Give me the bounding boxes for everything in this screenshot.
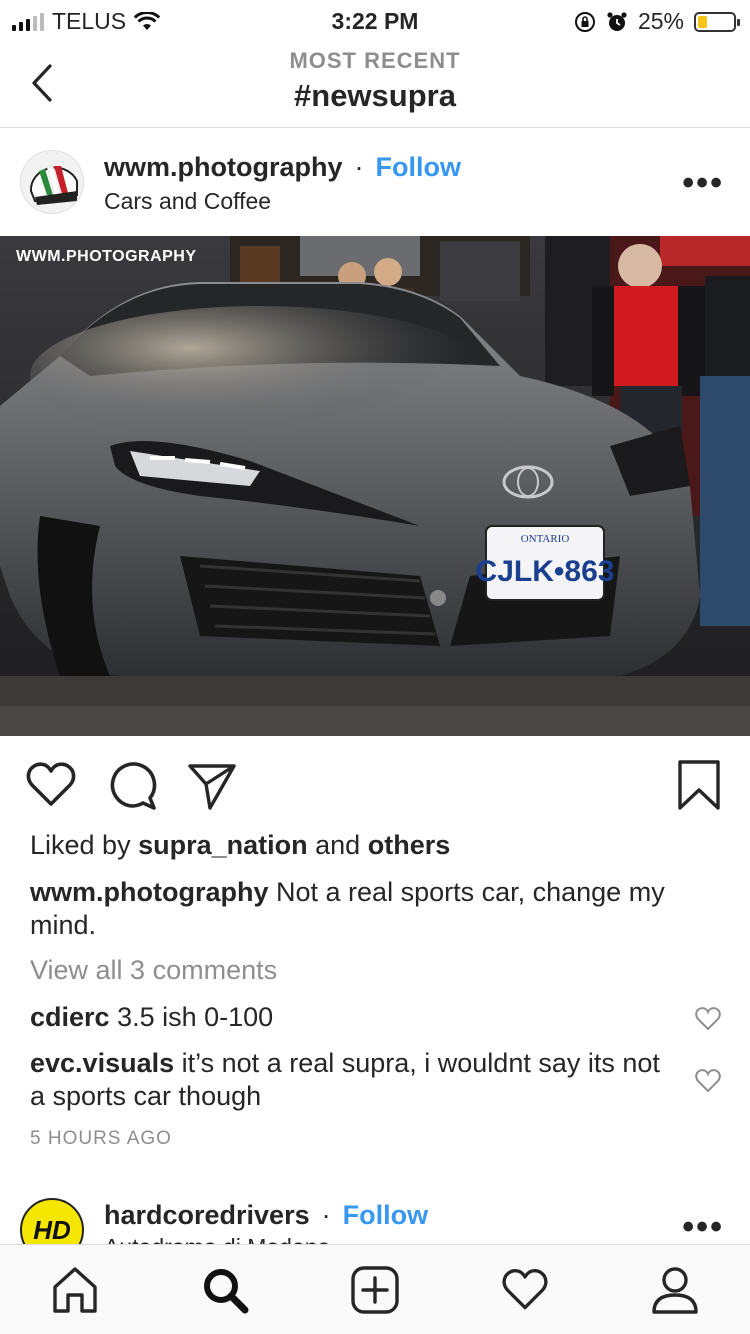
tab-profile[interactable] xyxy=(648,1263,702,1317)
battery-percent: 25% xyxy=(637,8,684,34)
likes-summary[interactable]: Liked by supra_nation and others xyxy=(30,830,450,861)
add-post-icon xyxy=(351,1266,399,1314)
post-timestamp: 5 HOURS AGO xyxy=(30,1128,172,1149)
home-icon xyxy=(53,1267,97,1313)
follow-button[interactable]: Follow xyxy=(376,152,461,183)
nav-header: MOST RECENT #newsupra xyxy=(0,40,750,128)
bottom-tab-bar xyxy=(0,1244,750,1334)
comment-text: 3.5 ish 0-100 xyxy=(117,1002,274,1032)
post-photo[interactable]: ONTARIO CJLK•863 WWM.PHOTOGRAPHY xyxy=(0,236,750,736)
post-username[interactable]: wwm.photography xyxy=(104,152,343,183)
plate-number: CJLK•863 xyxy=(476,555,615,588)
next-post-header: HD hardcoredrivers · Follow Autodromo di… xyxy=(0,1178,750,1244)
caption-username[interactable]: wwm.photography xyxy=(30,877,269,907)
send-icon xyxy=(188,764,236,810)
profile-icon xyxy=(652,1267,698,1314)
page-title: #newsupra xyxy=(294,78,456,113)
comment-username[interactable]: cdierc xyxy=(30,1002,110,1032)
avatar[interactable] xyxy=(20,150,84,214)
nav-subtitle: MOST RECENT xyxy=(289,48,461,73)
helmet-avatar-icon xyxy=(21,151,83,213)
post-caption: wwm.photography Not a real sports car, c… xyxy=(30,876,720,942)
post-actions xyxy=(0,748,750,820)
likes-user[interactable]: supra_nation xyxy=(138,830,308,860)
like-button[interactable] xyxy=(24,758,78,812)
heart-icon xyxy=(502,1269,548,1310)
search-icon xyxy=(204,1269,249,1314)
alarm-icon xyxy=(607,11,627,31)
heart-icon xyxy=(26,762,76,806)
bookmark-icon xyxy=(678,760,720,810)
heart-icon xyxy=(695,1007,721,1031)
view-all-comments-link[interactable]: View all 3 comments xyxy=(30,955,277,986)
comment-like-button[interactable] xyxy=(694,1006,722,1032)
orientation-lock-icon xyxy=(574,11,595,32)
share-button[interactable] xyxy=(184,758,238,812)
post-location[interactable]: Cars and Coffee xyxy=(104,188,271,215)
likes-others[interactable]: others xyxy=(368,830,451,860)
likes-and: and xyxy=(315,830,361,860)
comment-button[interactable] xyxy=(106,758,160,812)
more-options-button[interactable]: ••• xyxy=(682,1208,724,1244)
separator-dot: · xyxy=(354,152,364,182)
separator-dot: · xyxy=(321,1200,331,1230)
tab-add-post[interactable] xyxy=(348,1263,402,1317)
post-header: wwm.photography · Follow Cars and Coffee… xyxy=(0,128,750,236)
heart-icon xyxy=(695,1069,721,1093)
more-options-button[interactable]: ••• xyxy=(682,164,724,203)
comment-like-button[interactable] xyxy=(694,1068,722,1094)
battery-level-fill xyxy=(698,15,707,28)
post-location[interactable]: Autodromo di Modena xyxy=(104,1234,330,1244)
photo-watermark: WWM.PHOTOGRAPHY xyxy=(16,248,197,265)
save-button[interactable] xyxy=(672,758,726,812)
comment-icon xyxy=(110,762,157,810)
comment-item: evc.visuals it’s not a real supra, i wou… xyxy=(30,1047,670,1113)
follow-button[interactable]: Follow xyxy=(343,1200,428,1231)
plate-province: ONTARIO xyxy=(521,533,570,545)
tab-search[interactable] xyxy=(198,1263,252,1317)
tab-home[interactable] xyxy=(48,1263,102,1317)
tab-activity[interactable] xyxy=(498,1263,552,1317)
battery-icon xyxy=(694,11,740,32)
post-username[interactable]: hardcoredrivers xyxy=(104,1200,310,1231)
comment-item: cdierc 3.5 ish 0-100 xyxy=(30,1001,670,1034)
avatar[interactable]: HD xyxy=(20,1198,84,1244)
status-bar: TELUS 3:22 PM 25% xyxy=(0,0,750,40)
likes-prefix: Liked by xyxy=(30,830,131,860)
car-photo-illustration: ONTARIO CJLK•863 xyxy=(0,236,750,736)
comment-username[interactable]: evc.visuals xyxy=(30,1048,174,1078)
